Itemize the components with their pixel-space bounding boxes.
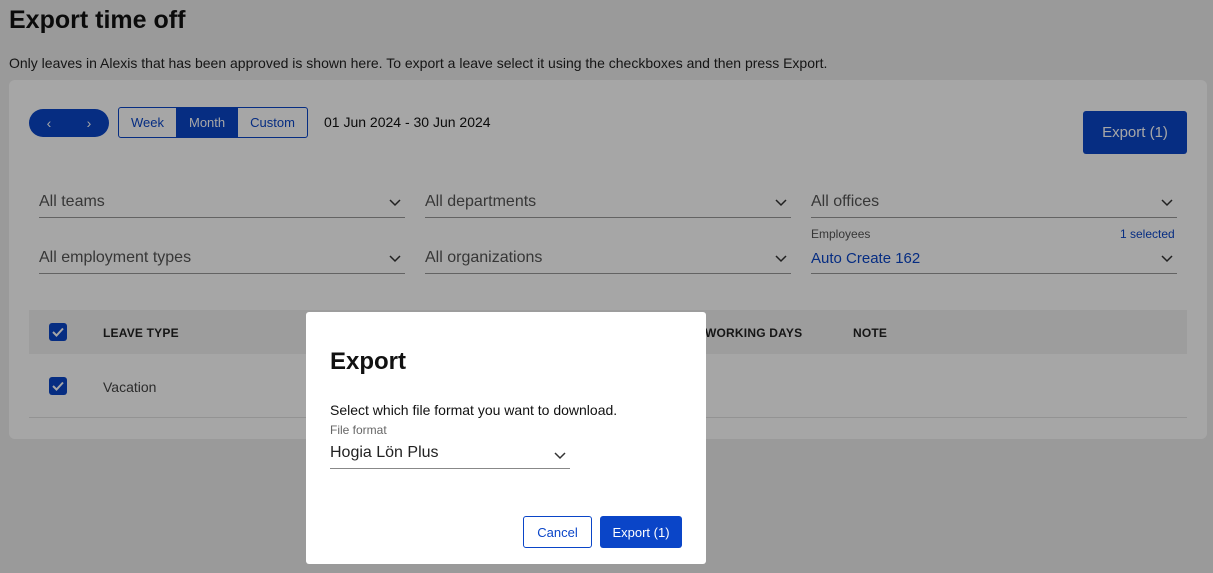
- dialog-description: Select which file format you want to dow…: [330, 402, 618, 418]
- export-dialog: Export Select which file format you want…: [306, 312, 706, 564]
- file-format-label: File format: [330, 423, 387, 437]
- dialog-export-button[interactable]: Export (1): [600, 516, 682, 548]
- dialog-title: Export: [330, 348, 407, 375]
- file-format-select[interactable]: Hogia Lön Plus: [330, 438, 570, 469]
- file-format-value: Hogia Lön Plus: [330, 444, 439, 461]
- cancel-button[interactable]: Cancel: [523, 516, 592, 548]
- chevron-down-icon: [554, 447, 566, 465]
